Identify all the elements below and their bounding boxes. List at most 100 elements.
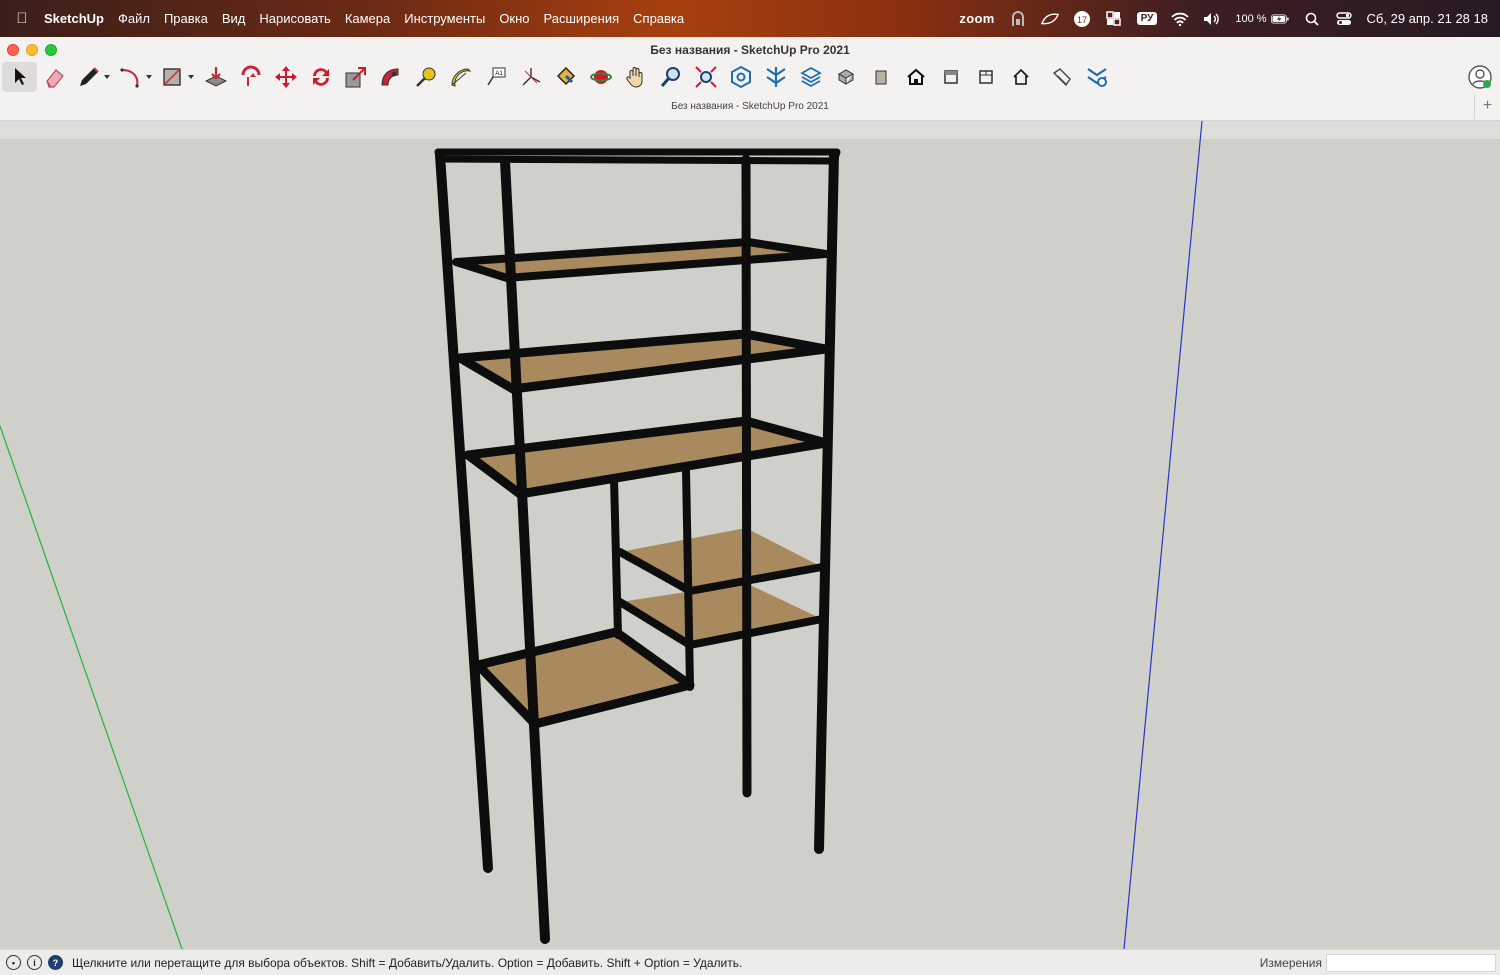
text-tool[interactable]: A1 <box>478 62 513 92</box>
menu-help[interactable]: Справка <box>626 11 691 26</box>
svg-text:17: 17 <box>1077 15 1087 25</box>
apple-icon[interactable]:  <box>0 10 44 27</box>
text-icon: A1 <box>486 67 505 86</box>
view-right-tool[interactable] <box>933 62 968 92</box>
pan-tool[interactable] <box>618 62 653 92</box>
help-icon[interactable]: ? <box>48 955 63 970</box>
menu-app-name[interactable]: SketchUp <box>44 11 111 26</box>
rotate-icon <box>312 68 329 86</box>
menu-tools[interactable]: Инструменты <box>397 11 492 26</box>
select-tool[interactable] <box>2 62 37 92</box>
eraser-tool[interactable] <box>37 62 72 92</box>
window-title: Без названия - SketchUp Pro 2021 <box>650 43 850 57</box>
main-toolbar: A1 <box>2 61 1114 93</box>
offset-icon <box>241 65 260 86</box>
hand-icon <box>625 67 642 88</box>
extension-warehouse-icon <box>765 67 786 87</box>
menu-file[interactable]: Файл <box>111 11 157 26</box>
menu-window[interactable]: Окно <box>492 11 536 26</box>
scene-drawing <box>0 121 1203 949</box>
spotlight-search-icon[interactable] <box>1303 11 1321 27</box>
extension-manager-icon <box>1086 68 1107 87</box>
geolocation-icon[interactable]: • <box>6 955 21 970</box>
menu-extensions[interactable]: Расширения <box>537 11 627 26</box>
menubar-clock[interactable]: Сб, 29 апр. 21 28 18 <box>1367 11 1488 26</box>
pencil-icon <box>79 67 99 86</box>
rectangle-icon <box>162 68 181 86</box>
house-icon <box>906 68 925 85</box>
move-tool[interactable] <box>268 62 303 92</box>
push-pull-tool[interactable] <box>198 62 233 92</box>
layout-tool[interactable] <box>793 62 828 92</box>
zoom-extents-icon <box>694 66 717 88</box>
window-manager-icon[interactable] <box>1105 11 1123 27</box>
model-viewport[interactable] <box>0 121 1500 949</box>
line-tool[interactable] <box>72 62 114 92</box>
menu-camera[interactable]: Камера <box>338 11 397 26</box>
rotate-tool[interactable] <box>303 62 338 92</box>
view-left-tool[interactable] <box>1003 62 1038 92</box>
leaf-app-icon[interactable] <box>1040 11 1059 27</box>
volume-icon[interactable] <box>1203 11 1221 27</box>
iso-view-icon <box>837 69 854 85</box>
status-hint: Щелкните или перетащите для выбора объек… <box>72 955 743 970</box>
follow-me-tool[interactable] <box>373 62 408 92</box>
paint-bucket-icon <box>556 66 575 86</box>
user-profile-icon[interactable] <box>1468 65 1492 89</box>
calendar-app-icon[interactable]: 17 <box>1073 10 1091 27</box>
move-icon <box>274 66 297 88</box>
battery-icon[interactable] <box>1270 11 1289 27</box>
view-home-tool[interactable] <box>898 62 933 92</box>
menu-edit[interactable]: Правка <box>157 11 215 26</box>
push-pull-icon <box>204 67 227 87</box>
protractor-icon <box>450 68 471 87</box>
layout-icon <box>799 66 822 88</box>
right-view-icon <box>943 70 958 84</box>
zoom-status[interactable]: zoom <box>959 11 994 26</box>
tape-measure-tool[interactable] <box>408 62 443 92</box>
sketchup-window: Без названия - SketchUp Pro 2021 A1 Без … <box>0 37 1500 975</box>
extension-manager-tool[interactable] <box>1079 62 1114 92</box>
eraser-icon <box>45 69 64 88</box>
magnifier-icon <box>660 67 680 87</box>
axes-tool[interactable] <box>513 62 548 92</box>
sandbox-icon <box>1052 68 1071 87</box>
status-bar: • i ? Щелкните или перетащите для выбора… <box>0 949 1500 975</box>
scale-tool[interactable] <box>338 62 373 92</box>
extension-warehouse-tool[interactable] <box>758 62 793 92</box>
view-front-tool[interactable] <box>863 62 898 92</box>
shape-tool[interactable] <box>156 62 198 92</box>
front-view-icon <box>875 70 886 85</box>
input-language-badge[interactable]: РУ <box>1136 12 1158 25</box>
scale-icon <box>345 67 366 88</box>
menu-draw[interactable]: Нарисовать <box>252 11 337 26</box>
protractor-tool[interactable] <box>443 62 478 92</box>
macos-menubar:  SketchUp Файл Правка Вид Нарисовать Ка… <box>0 0 1500 37</box>
window-titlebar: Без названия - SketchUp Pro 2021 A1 Без … <box>0 37 1500 121</box>
sandbox-tool[interactable] <box>1044 62 1079 92</box>
measurements-input[interactable] <box>1326 953 1496 972</box>
zoom-extents-tool[interactable] <box>688 62 723 92</box>
left-view-icon <box>1012 68 1029 85</box>
menu-view[interactable]: Вид <box>215 11 253 26</box>
svg-text:A1: A1 <box>495 71 503 77</box>
offset-tool[interactable] <box>233 62 268 92</box>
view-back-tool[interactable] <box>968 62 1003 92</box>
orbit-tool[interactable] <box>583 62 618 92</box>
view-iso-tool[interactable] <box>828 62 863 92</box>
control-center-icon[interactable] <box>1335 11 1353 27</box>
add-tab-button[interactable]: + <box>1474 95 1500 119</box>
credits-icon[interactable]: i <box>27 955 42 970</box>
paint-bucket-tool[interactable] <box>548 62 583 92</box>
vpn-icon[interactable] <box>1009 10 1027 27</box>
battery-percent[interactable]: 100 % <box>1235 13 1266 25</box>
warehouse-tool[interactable] <box>723 62 758 92</box>
zoom-tool[interactable] <box>653 62 688 92</box>
arc-tool[interactable] <box>114 62 156 92</box>
back-view-icon <box>978 70 993 84</box>
document-tab[interactable]: Без названия - SketchUp Pro 2021 <box>0 101 1500 112</box>
blue-axis-line <box>1123 121 1203 949</box>
wifi-icon[interactable] <box>1171 11 1189 27</box>
arc-icon <box>119 68 139 88</box>
arrow-icon <box>14 68 26 85</box>
